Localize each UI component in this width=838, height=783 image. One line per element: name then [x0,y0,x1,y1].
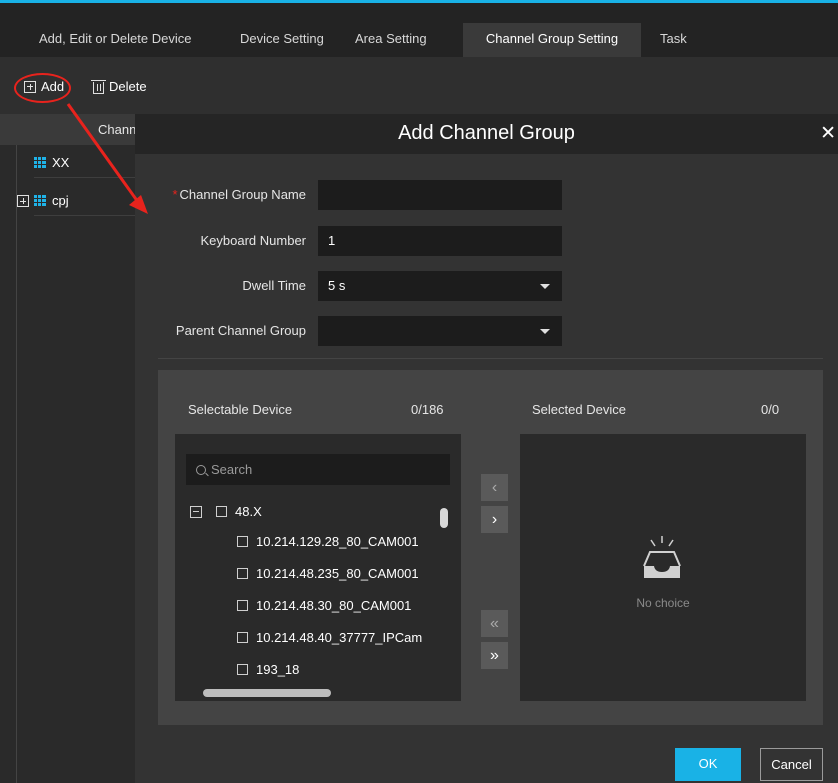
checkbox[interactable] [237,568,248,579]
list-item[interactable]: 10.214.48.40_37777_IPCam [237,630,444,645]
device-group-48x[interactable]: 48.X [190,504,262,519]
selected-device-count: 0/0 [761,402,780,417]
delete-button-label: Delete [109,79,147,94]
delete-button[interactable]: Delete [91,79,147,94]
dwell-time-value: 5 s [328,278,346,293]
selected-device-list: No choice [520,434,806,701]
selectable-device-list: Search 48.X 10.214.129.28_80_CAM001 10.2… [175,434,461,701]
horizontal-scrollbar[interactable] [203,689,331,697]
tab-channel-group-setting[interactable]: Channel Group Setting [463,23,641,60]
tab-task[interactable]: Task [660,31,687,46]
channel-group-tree: Chann XX cpj [0,114,135,783]
list-item[interactable]: 10.214.48.30_80_CAM001 [237,598,411,613]
section-divider [158,358,823,359]
device-label: 10.214.48.30_80_CAM001 [256,598,412,613]
expand-icon[interactable] [17,195,29,207]
app-window: Add, Edit or Delete Device Device Settin… [0,0,838,783]
checkbox[interactable] [237,632,248,643]
device-label: 193_18 [256,662,300,677]
tree-item-label: XX [52,154,70,170]
checkbox[interactable] [237,536,248,547]
tree-column-header: Chann [0,114,135,145]
tab-area-setting[interactable]: Area Setting [355,31,427,46]
checkbox[interactable] [216,506,227,517]
dialog-title: Add Channel Group [135,114,838,154]
checkbox[interactable] [237,600,248,611]
tab-bar: Add, Edit or Delete Device Device Settin… [0,0,838,60]
trash-icon [91,79,106,94]
channel-group-name-label-text: Channel Group Name [179,187,306,202]
selectable-device-count: 0/186 [411,402,444,417]
selectable-device-label: Selectable Device [188,402,293,417]
vertical-scrollbar[interactable] [440,508,448,528]
search-icon [196,465,206,475]
device-transfer-panel: Selectable Device 0/186 Selected Device … [158,370,823,725]
search-placeholder: Search [211,462,253,477]
device-label: 10.214.129.28_80_CAM001 [256,534,419,549]
tree-divider [16,145,17,783]
list-item[interactable]: 193_18 [237,662,299,677]
list-item[interactable]: 10.214.129.28_80_CAM001 [237,534,419,549]
keyboard-number-label: Keyboard Number [200,233,307,248]
collapse-icon[interactable] [190,505,202,518]
move-all-left-button[interactable]: « [481,610,508,637]
tab-device-setting[interactable]: Device Setting [240,31,324,46]
cancel-button[interactable]: Cancel [760,748,823,781]
required-marker: * [172,187,178,202]
chevron-down-icon [540,329,550,334]
device-label: 10.214.48.235_80_CAM001 [256,566,419,581]
selected-device-label: Selected Device [532,402,626,417]
channel-group-icon [34,156,46,168]
chevron-down-icon [540,284,550,289]
dwell-time-label: Dwell Time [242,278,306,293]
channel-group-name-label: * Channel Group Name [172,187,306,202]
list-item[interactable]: 10.214.48.235_80_CAM001 [237,566,419,581]
checkbox[interactable] [237,664,248,675]
empty-box-icon [643,536,681,578]
tree-item-xx[interactable]: XX [34,147,135,178]
ok-button[interactable]: OK [675,748,741,781]
parent-channel-group-select[interactable] [318,316,562,346]
move-right-button[interactable]: › [481,506,508,533]
keyboard-number-input[interactable]: 1 [318,226,562,256]
dwell-time-select[interactable]: 5 s [318,271,562,301]
tree-item-cpj[interactable]: cpj [34,185,135,216]
empty-state-text: No choice [636,596,690,610]
toolbar: Add Delete [0,57,838,114]
move-all-right-button[interactable]: » [481,642,508,669]
close-icon[interactable]: ✕ [820,122,836,145]
device-group-label: 48.X [235,504,262,519]
channel-group-icon [34,194,46,206]
channel-group-name-input[interactable] [318,180,562,210]
tree-item-label: cpj [52,192,69,208]
annotation-circle [14,73,71,103]
add-channel-group-dialog: Add Channel Group ✕ * Channel Group Name … [135,114,838,783]
device-label: 10.214.48.40_37777_IPCam [256,630,423,645]
search-input[interactable]: Search [186,454,450,485]
tab-add-edit-delete-device[interactable]: Add, Edit or Delete Device [39,31,191,46]
move-left-button[interactable]: ‹ [481,474,508,501]
parent-channel-group-label: Parent Channel Group [175,323,306,338]
